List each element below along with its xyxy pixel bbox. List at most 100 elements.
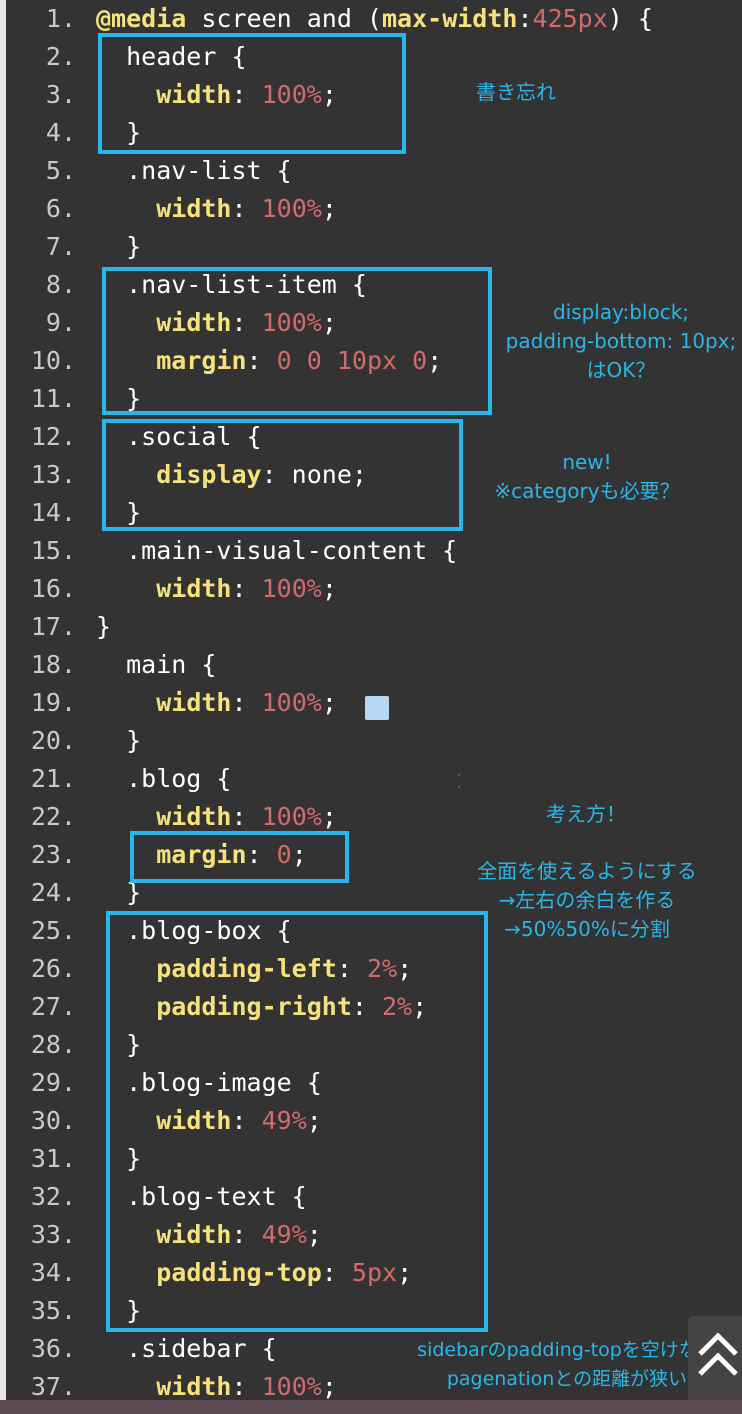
code-token: 100% <box>261 194 322 223</box>
line-number: 21. <box>30 764 76 793</box>
code-token: max-width <box>381 4 518 33</box>
line-number: 14. <box>30 498 76 527</box>
line-number: 30. <box>30 1106 76 1135</box>
line-number: 9. <box>45 308 76 337</box>
code-token: 100% <box>261 574 322 603</box>
annotation-box-header <box>98 33 406 154</box>
line-number: 13. <box>30 460 76 489</box>
annotation-box-blog-box <box>106 911 488 1332</box>
code-line: 18. main { <box>6 646 217 684</box>
code-token: ; <box>321 574 337 603</box>
code-token: 100% <box>261 1372 322 1400</box>
note-nav-line-2: padding-bottom: 10px; <box>505 329 737 353</box>
note-nav-line-3: はOK？ <box>586 358 656 382</box>
code-token: screen and ( <box>186 4 382 33</box>
line-number: 35. <box>30 1296 76 1325</box>
code-text: .main-visual-content { <box>96 532 457 570</box>
code-line: 7. } <box>6 228 141 266</box>
note-header: 書き忘れ <box>446 78 586 107</box>
line-number: 12. <box>30 422 76 451</box>
code-text: main { <box>96 646 216 684</box>
code-token: ; <box>321 688 337 717</box>
line-number: 2. <box>45 42 76 71</box>
chevron-double-up-icon <box>698 1332 738 1376</box>
note-blog-text: 考え方！ <box>546 802 626 826</box>
line-number: 4. <box>45 118 76 147</box>
code-line: 20. } <box>6 722 141 760</box>
line-number: 8. <box>45 270 76 299</box>
code-token: 100% <box>261 688 322 717</box>
code-token: width <box>156 688 232 717</box>
code-token: width <box>156 1372 232 1400</box>
code-text: width: 100%; <box>96 570 337 608</box>
note-blog: 考え方！ <box>516 800 656 829</box>
code-token: : <box>231 1372 262 1400</box>
annotation-box-blog-margin <box>130 831 349 883</box>
note-social-line-2: ※categoryも必要？ <box>494 479 680 503</box>
code-token: } <box>96 726 142 755</box>
line-number: 33. <box>30 1220 76 1249</box>
line-number: 5. <box>45 156 76 185</box>
code-token: : <box>517 4 533 33</box>
code-line: 37. width: 100%; <box>6 1368 337 1400</box>
code-text: } <box>96 608 111 646</box>
line-number: 31. <box>30 1144 76 1173</box>
code-token: : <box>231 802 262 831</box>
code-token: .blog { <box>96 764 232 793</box>
code-token: } <box>96 232 142 261</box>
line-number: 22. <box>30 802 76 831</box>
code-token: } <box>96 612 112 641</box>
code-text: width: 100%; <box>96 684 337 722</box>
code-text: } <box>96 722 141 760</box>
line-number: 23. <box>30 840 76 869</box>
line-number: 15. <box>30 536 76 565</box>
note-blog-box: 全面を使えるようにする →左右の余白を作る →50%50%に分割 <box>446 857 728 944</box>
note-blogbox-line-1: 全面を使えるようにする <box>477 859 697 883</box>
code-token: @media <box>96 4 187 33</box>
line-number: 7. <box>45 232 76 261</box>
line-number: 34. <box>30 1258 76 1287</box>
code-text: .blog { <box>96 760 231 798</box>
note-blogbox-line-2: →左右の余白を作る <box>498 888 676 912</box>
code-text: width: 100%; <box>96 1368 337 1400</box>
scroll-to-top-button[interactable] <box>688 1316 742 1400</box>
code-line: 21. .blog { <box>6 760 232 798</box>
line-number: 24. <box>30 878 76 907</box>
line-number: 25. <box>30 916 76 945</box>
line-number: 29. <box>30 1068 76 1097</box>
code-line: 19. width: 100%; <box>6 684 337 722</box>
line-number: 10. <box>30 346 76 375</box>
color-swatch[interactable] <box>365 696 389 720</box>
code-token: 425px <box>532 4 608 33</box>
code-line: 5. .nav-list { <box>6 152 292 190</box>
line-number: 6. <box>45 194 76 223</box>
note-nav-list-item: display:block; padding-bottom: 10px; はOK… <box>494 298 742 385</box>
note-social-line-1: new! <box>562 450 612 474</box>
code-text: .nav-list { <box>96 152 292 190</box>
line-number: 1. <box>45 4 76 33</box>
code-line: 6. width: 100%; <box>6 190 337 228</box>
note-header-text: 書き忘れ <box>476 80 556 104</box>
line-number: 28. <box>30 1030 76 1059</box>
code-line: 17.} <box>6 608 111 646</box>
line-number: 37. <box>30 1372 76 1400</box>
line-number: 17. <box>30 612 76 641</box>
code-token: main { <box>96 650 217 679</box>
code-token: .main-visual-content { <box>96 536 458 565</box>
code-token: .sidebar { <box>96 1334 277 1363</box>
code-token: : <box>231 194 262 223</box>
bottom-bar <box>0 1400 742 1414</box>
code-token: ; <box>321 194 337 223</box>
code-token: ; <box>321 802 337 831</box>
code-line: 36. .sidebar { <box>6 1330 277 1368</box>
line-number: 27. <box>30 992 76 1021</box>
code-token: .nav-list { <box>96 156 292 185</box>
code-token: 100% <box>261 802 322 831</box>
code-token: width <box>156 802 232 831</box>
line-number: 18. <box>30 650 76 679</box>
